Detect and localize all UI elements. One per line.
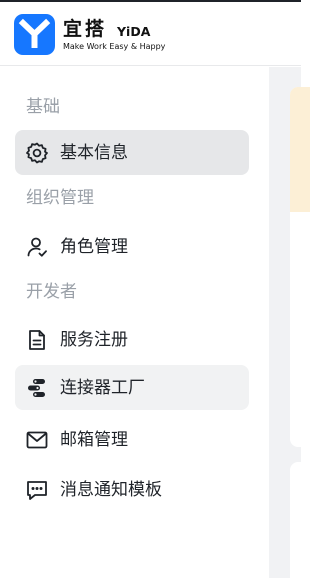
notice-banner bbox=[290, 87, 310, 212]
sidebar-item-label: 消息通知模板 bbox=[60, 479, 162, 500]
content-card bbox=[290, 462, 310, 578]
brand-name-en: YiDA bbox=[117, 24, 151, 39]
brand-tagline: Make Work Easy & Happy bbox=[63, 42, 166, 51]
mail-icon bbox=[25, 428, 49, 452]
main-content-area bbox=[269, 67, 310, 578]
document-icon bbox=[25, 328, 49, 352]
sidebar-item-connector-factory[interactable]: 连接器工厂 bbox=[15, 365, 249, 410]
gear-icon bbox=[25, 141, 49, 165]
group-title-developer: 开发者 bbox=[26, 282, 77, 302]
sidebar-item-label: 角色管理 bbox=[60, 236, 128, 257]
group-title-organization: 组织管理 bbox=[26, 188, 94, 208]
sidebar-item-label: 连接器工厂 bbox=[60, 377, 145, 398]
settings-sidebar: 基础 基本信息 组织管理 角色管理 开发者 服务注册 连接器工厂 邮箱管理 消息… bbox=[0, 67, 269, 578]
sidebar-item-mail-management[interactable]: 邮箱管理 bbox=[15, 417, 249, 462]
connector-icon bbox=[25, 376, 49, 400]
sidebar-item-message-templates[interactable]: 消息通知模板 bbox=[15, 467, 249, 512]
user-role-icon bbox=[25, 235, 49, 259]
sidebar-item-basic-info[interactable]: 基本信息 bbox=[15, 130, 249, 175]
content-card bbox=[290, 87, 310, 447]
sidebar-item-label: 基本信息 bbox=[60, 142, 128, 163]
sidebar-item-label: 服务注册 bbox=[60, 329, 128, 350]
sidebar-item-role-management[interactable]: 角色管理 bbox=[15, 224, 249, 269]
brand-name-cn: 宜搭 bbox=[63, 18, 108, 40]
group-title-basic: 基础 bbox=[26, 97, 60, 117]
app-header: 宜搭 YiDA Make Work Easy & Happy bbox=[0, 2, 301, 66]
sidebar-item-service-registration[interactable]: 服务注册 bbox=[15, 317, 249, 362]
sidebar-item-label: 邮箱管理 bbox=[60, 429, 128, 450]
yida-logo-icon[interactable] bbox=[14, 14, 55, 55]
message-icon bbox=[25, 478, 49, 502]
